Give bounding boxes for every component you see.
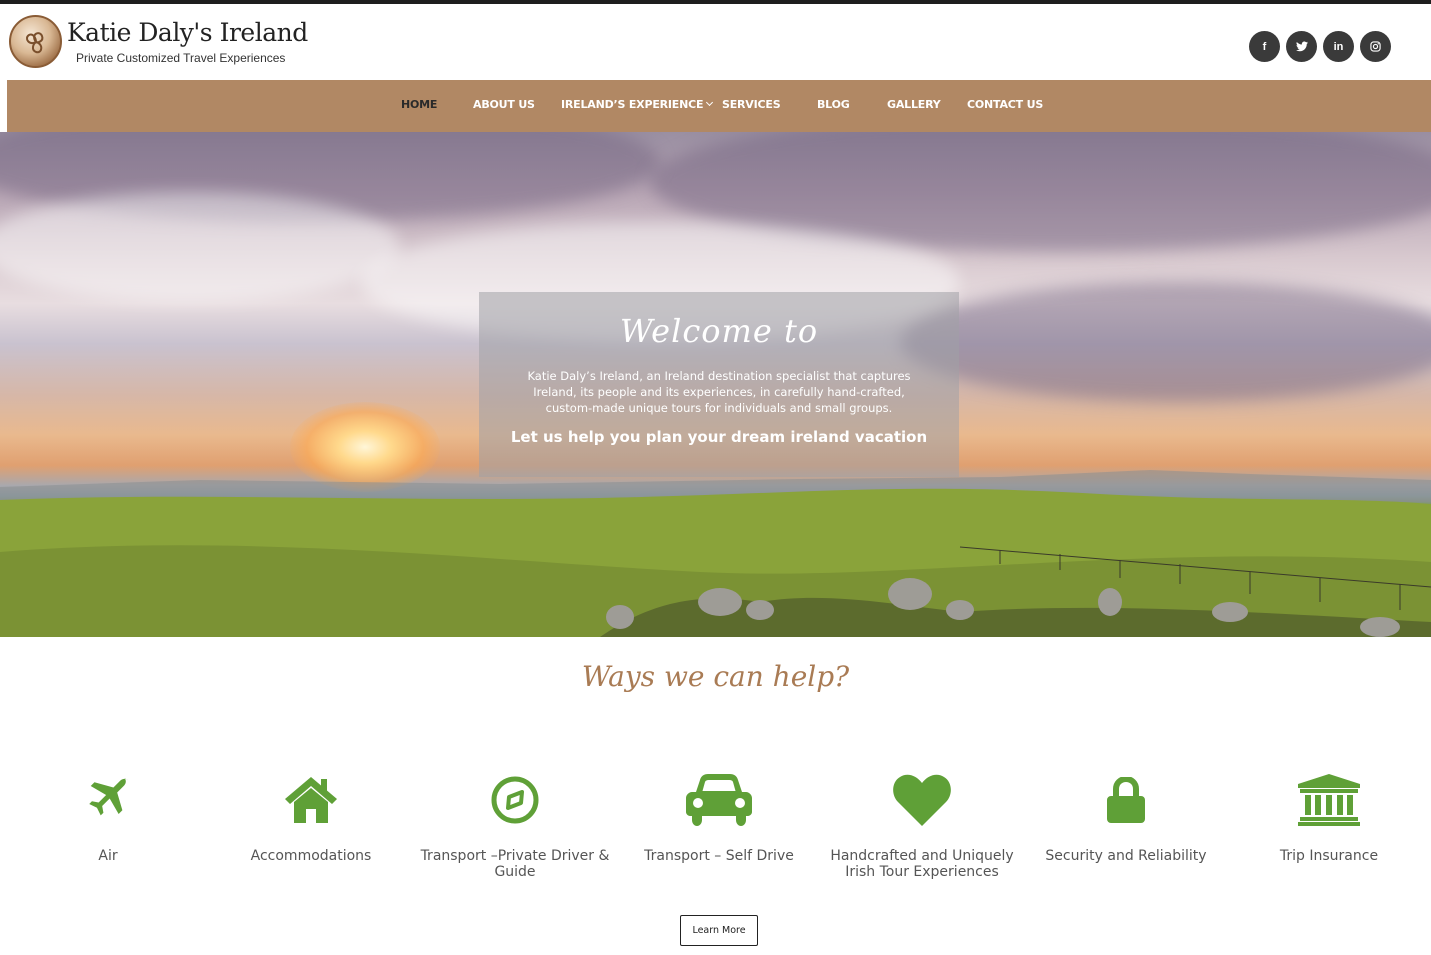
nav-contact-us[interactable]: CONTACT US: [967, 98, 1043, 111]
nav-services[interactable]: SERVICES: [722, 98, 781, 111]
service-label: Air: [98, 848, 118, 864]
airplane-icon: [8, 770, 208, 830]
heart-icon: [822, 770, 1022, 830]
service-label: Trip Insurance: [1279, 848, 1379, 864]
chevron-down-icon: [706, 98, 714, 107]
service-label: Transport – Self Drive: [644, 848, 794, 864]
welcome-cta: Let us help you plan your dream ireland …: [510, 428, 928, 446]
service-private-driver[interactable]: Transport –Private Driver & Guide: [415, 770, 615, 880]
home-icon: [211, 770, 411, 830]
nav-irelands-experience-label: IRELAND’S EXPERIENCE: [561, 98, 704, 111]
nav-home[interactable]: HOME: [401, 98, 437, 111]
welcome-heading: Welcome to: [619, 312, 819, 350]
ways-heading: Ways we can help?: [581, 660, 850, 693]
learn-more-button[interactable]: Learn More: [680, 915, 758, 946]
bank-icon: [1229, 770, 1429, 830]
service-air[interactable]: Air: [8, 770, 208, 864]
nav-gallery[interactable]: GALLERY: [887, 98, 941, 111]
site-tagline: Private Customized Travel Experiences: [76, 51, 286, 65]
lock-icon: [1026, 770, 1226, 830]
service-label: Security and Reliability: [1045, 848, 1207, 864]
facebook-icon[interactable]: f: [1249, 31, 1280, 62]
nav-blog[interactable]: BLOG: [817, 98, 850, 111]
hero-banner: Welcome to Katie Daly’s Ireland, an Irel…: [0, 132, 1431, 637]
site-title[interactable]: Katie Daly's Ireland: [67, 18, 308, 47]
service-self-drive[interactable]: Transport – Self Drive: [619, 770, 819, 864]
service-tour-experiences[interactable]: Handcrafted and Uniquely Irish Tour Expe…: [822, 770, 1022, 880]
service-trip-insurance[interactable]: Trip Insurance: [1229, 770, 1429, 864]
logo-emblem[interactable]: [9, 15, 62, 68]
service-label: Transport –Private Driver & Guide: [420, 848, 610, 880]
twitter-icon[interactable]: [1286, 31, 1317, 62]
linkedin-icon[interactable]: in: [1323, 31, 1354, 62]
service-security[interactable]: Security and Reliability: [1026, 770, 1226, 864]
triskele-icon: [26, 32, 44, 54]
site-header: Katie Daly's Ireland Private Customized …: [0, 4, 1431, 80]
nav-irelands-experience[interactable]: IRELAND’S EXPERIENCE: [561, 98, 714, 111]
nav-about-us[interactable]: ABOUT US: [473, 98, 535, 111]
main-nav: HOME ABOUT US IRELAND’S EXPERIENCE SERVI…: [7, 80, 1431, 132]
service-label: Accommodations: [250, 848, 372, 864]
welcome-description: Katie Daly’s Ireland, an Ireland destina…: [527, 369, 911, 415]
car-icon: [619, 770, 819, 830]
service-accommodations[interactable]: Accommodations: [211, 770, 411, 864]
instagram-icon[interactable]: [1360, 31, 1391, 62]
social-links: f in: [1249, 31, 1391, 62]
compass-icon: [415, 770, 615, 830]
welcome-panel: Welcome to Katie Daly’s Ireland, an Irel…: [479, 292, 959, 477]
service-label: Handcrafted and Uniquely Irish Tour Expe…: [830, 848, 1014, 880]
